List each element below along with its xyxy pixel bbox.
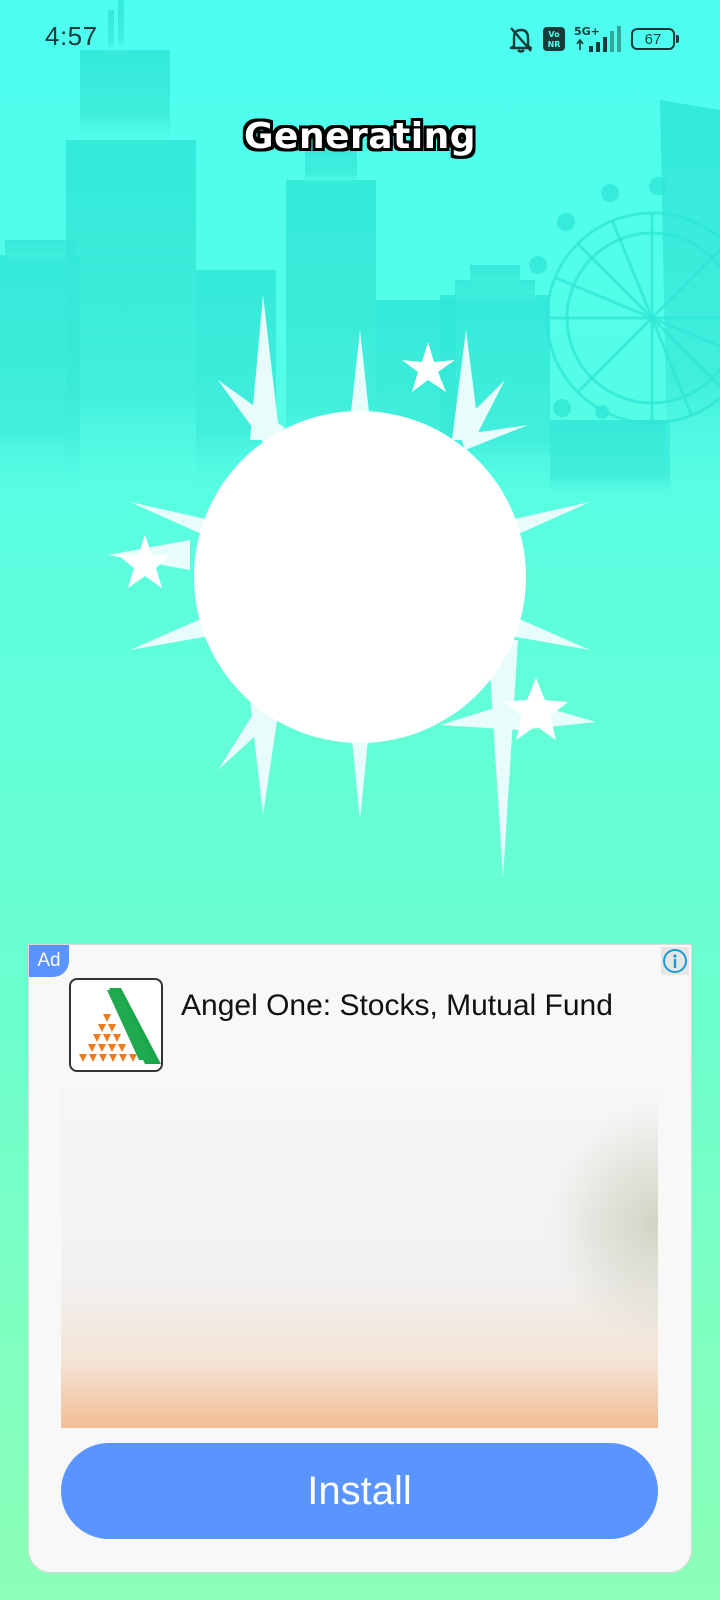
status-bar: 4:57 Vo NR 5G+ 67 [0,0,720,80]
signal-icon: 5G+ [573,24,623,54]
svg-text:5G+: 5G+ [574,25,600,38]
volte-icon: Vo NR [543,27,565,51]
ad-app-name[interactable]: Angel One: Stocks, Mutual Fund [181,989,613,1023]
page-title: Generating [243,116,476,157]
svg-text:NR: NR [548,40,561,49]
generating-sun-icon [108,295,596,878]
install-button[interactable]: Install [61,1443,658,1539]
ad-badge: Ad [29,945,69,977]
silent-bell-icon [507,24,535,54]
ad-media-image[interactable] [61,1088,658,1428]
battery-icon: 67 [631,28,679,50]
info-icon[interactable] [661,947,689,975]
svg-text:Vo: Vo [548,30,560,39]
status-time: 4:57 [45,21,98,51]
status-icons: Vo NR 5G+ 67 [507,22,679,56]
angel-one-logo[interactable] [69,978,163,1072]
battery-level: 67 [644,30,662,48]
ad-card[interactable]: Ad Angel One: Stocks, Mutual Fund Instal… [29,945,691,1572]
